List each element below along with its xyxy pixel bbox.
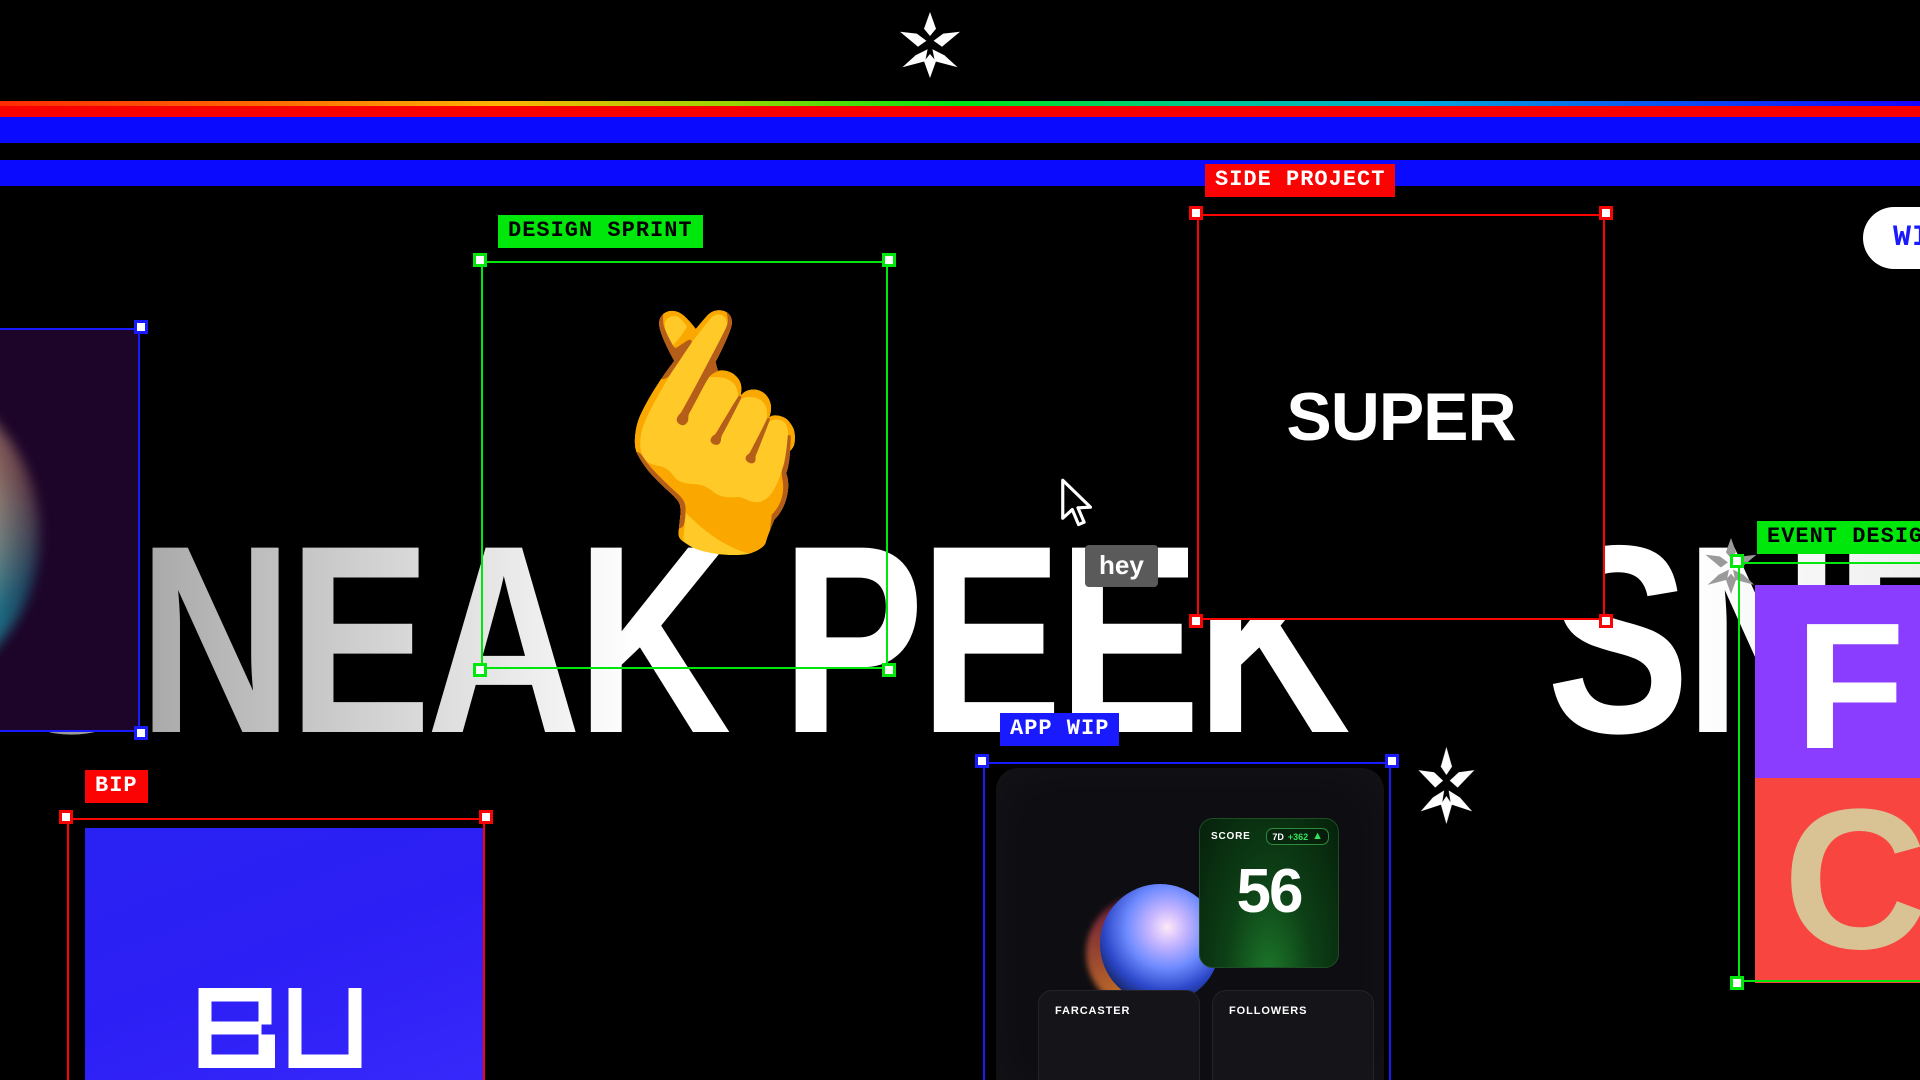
asterisk-icon — [900, 12, 960, 78]
selection-frame-design-sprint[interactable] — [473, 253, 896, 677]
resize-handle-br[interactable] — [882, 663, 896, 677]
headline-text: SNEAK PEEK SNEAK PEEK — [0, 535, 1920, 824]
frame-label-app-wip[interactable]: APP WIP — [1000, 713, 1120, 747]
resize-handle-bl[interactable] — [1189, 614, 1203, 628]
cursor-name-label: hey — [1085, 545, 1158, 587]
blue-bar-top — [0, 117, 1920, 143]
resize-handle-bl[interactable] — [1730, 976, 1744, 990]
win-pill[interactable]: WIN — [1863, 207, 1920, 269]
red-bar — [0, 105, 1920, 117]
blue-bar-bottom — [0, 160, 1920, 186]
selection-frame-bip[interactable] — [0, 320, 148, 740]
resize-handle-tr[interactable] — [479, 810, 493, 824]
resize-handle-br[interactable] — [1599, 614, 1613, 628]
frame-label-side-project[interactable]: SIDE PROJECT — [1205, 164, 1396, 198]
resize-handle-tr[interactable] — [882, 253, 896, 267]
gradient-accent-line — [0, 101, 1920, 106]
resize-handle-br[interactable] — [134, 726, 148, 740]
selection-frame-side-project[interactable] — [1189, 206, 1613, 628]
selection-frame-build[interactable] — [59, 810, 493, 1080]
resize-handle-tl[interactable] — [975, 754, 989, 768]
resize-handle-tl[interactable] — [1730, 554, 1744, 568]
resize-handle-tr[interactable] — [134, 320, 148, 334]
frame-label-bip[interactable]: BIP — [85, 770, 148, 804]
canvas-stage: SNEAK PEEK SNEAK PEEK BIP — [0, 0, 1920, 1080]
selection-frame-app-wip[interactable] — [975, 754, 1399, 1080]
resize-handle-tl[interactable] — [1189, 206, 1203, 220]
frame-label-design-sprint[interactable]: DESIGN SPRINT — [498, 215, 703, 249]
headline-marquee: SNEAK PEEK SNEAK PEEK — [0, 510, 1920, 824]
win-pill-label: WIN — [1893, 221, 1920, 255]
resize-handle-tr[interactable] — [1599, 206, 1613, 220]
frame-label-event-design[interactable]: EVENT DESIGN — [1757, 521, 1920, 555]
resize-handle-tl[interactable] — [59, 810, 73, 824]
resize-handle-bl[interactable] — [473, 663, 487, 677]
pointer-cursor-icon — [1058, 478, 1096, 530]
resize-handle-tr[interactable] — [1385, 754, 1399, 768]
selection-frame-event-design[interactable] — [1730, 554, 1920, 990]
asterisk-icon — [1418, 627, 1475, 824]
resize-handle-tl[interactable] — [473, 253, 487, 267]
